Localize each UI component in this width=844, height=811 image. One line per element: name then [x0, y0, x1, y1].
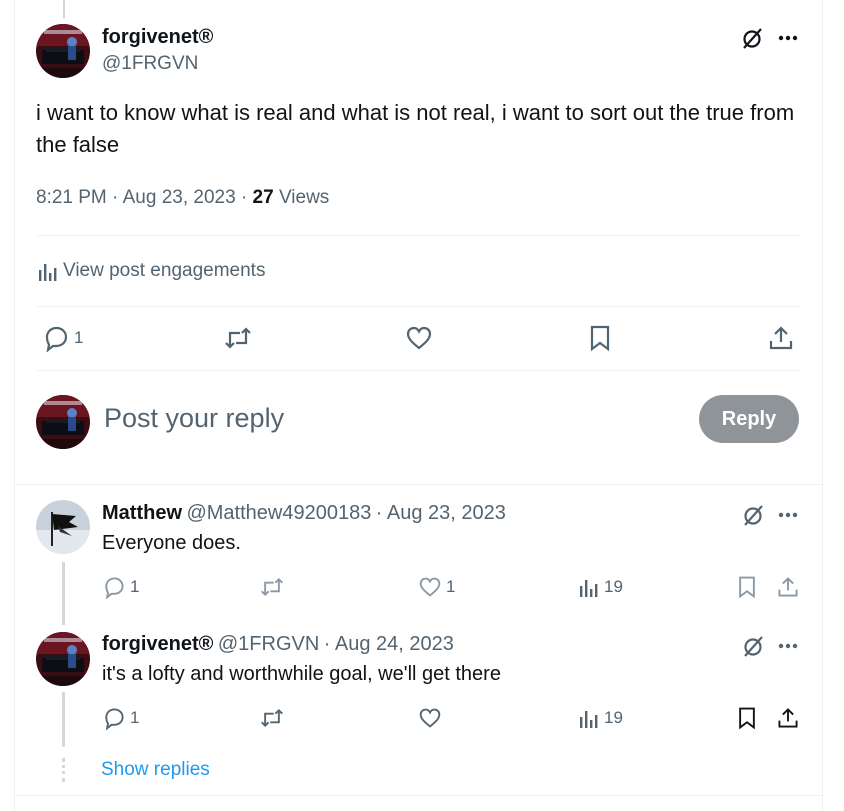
views-action[interactable]: 19: [578, 576, 623, 598]
grok-icon[interactable]: [740, 26, 764, 50]
analytics-icon: [37, 260, 59, 282]
repost-icon: [259, 706, 285, 730]
repost-icon: [259, 575, 285, 599]
repost-icon: [223, 324, 253, 352]
post-time[interactable]: 8:21 PM: [36, 187, 107, 208]
thread-line-top: [63, 0, 65, 18]
reply-header: Matthew @Matthew49200183 · Aug 23, 2023: [102, 502, 506, 525]
bookmark-icon: [736, 575, 758, 599]
analytics-icon: [578, 707, 600, 729]
bookmark-action[interactable]: [588, 324, 612, 352]
post-text: i want to know what is real and what is …: [36, 100, 795, 157]
thread-line: [62, 692, 65, 747]
reply-button[interactable]: Reply: [699, 395, 799, 443]
author-display-name[interactable]: forgivenet®: [102, 26, 213, 49]
bookmark-action[interactable]: [736, 706, 758, 730]
reply-avatar[interactable]: [36, 632, 90, 686]
reply-action[interactable]: 1: [102, 575, 139, 599]
reply-count: 1: [130, 577, 140, 596]
author-handle[interactable]: @1FRGVN: [102, 53, 198, 75]
thread-line: [62, 562, 65, 625]
reply-display-name[interactable]: forgivenet®: [102, 633, 213, 655]
more-options-icon[interactable]: [777, 28, 799, 48]
separator: ·: [240, 187, 248, 208]
reply-text: Everyone does.: [102, 532, 241, 554]
grok-icon[interactable]: [741, 503, 765, 527]
views-count: 19: [604, 708, 623, 727]
reply-icon: [102, 575, 126, 599]
reply-icon: [42, 324, 70, 352]
reply-header: forgivenet® @1FRGVN · Aug 24, 2023: [102, 633, 454, 656]
divider: [14, 795, 823, 796]
share-icon: [776, 706, 800, 730]
heart-icon: [418, 707, 442, 729]
reply-icon: [102, 706, 126, 730]
separator: ·: [323, 633, 331, 655]
reply-count: 1: [74, 328, 84, 347]
reply-date[interactable]: Aug 24, 2023: [335, 633, 454, 655]
share-action[interactable]: [776, 575, 800, 599]
repost-action[interactable]: [259, 706, 285, 730]
reply-action[interactable]: 1: [42, 324, 83, 352]
divider: [36, 235, 800, 236]
reply-display-name[interactable]: Matthew: [102, 502, 182, 524]
reply-handle[interactable]: @1FRGVN: [218, 633, 319, 655]
divider: [14, 484, 823, 485]
like-action[interactable]: [418, 707, 442, 729]
repost-action[interactable]: [259, 575, 285, 599]
thread-dotted-line: [62, 758, 65, 782]
bookmark-icon: [588, 324, 612, 352]
divider: [36, 306, 800, 307]
reply-avatar[interactable]: [36, 500, 90, 554]
reply-action[interactable]: 1: [102, 706, 139, 730]
reply-date[interactable]: Aug 23, 2023: [387, 502, 506, 524]
repost-action[interactable]: [223, 324, 253, 352]
view-engagements-link[interactable]: View post engagements: [37, 260, 265, 282]
composer-avatar[interactable]: [36, 395, 90, 449]
show-replies-link[interactable]: Show replies: [101, 759, 210, 781]
reply-text: it's a lofty and worthwhile goal, we'll …: [102, 663, 501, 685]
like-action[interactable]: 1: [418, 576, 455, 598]
share-action[interactable]: [767, 324, 795, 352]
view-engagements-label: View post engagements: [63, 260, 266, 281]
bookmark-action[interactable]: [736, 575, 758, 599]
reply-count: 1: [130, 708, 140, 727]
post-date[interactable]: Aug 23, 2023: [123, 187, 236, 208]
share-action[interactable]: [776, 706, 800, 730]
like-count: 1: [446, 577, 456, 596]
share-icon: [767, 324, 795, 352]
views-action[interactable]: 19: [578, 707, 623, 729]
views-count: 27: [252, 187, 274, 208]
views-count: 19: [604, 577, 623, 596]
grok-icon[interactable]: [741, 634, 765, 658]
more-options-icon[interactable]: [777, 505, 799, 525]
more-options-icon[interactable]: [777, 636, 799, 656]
divider: [36, 370, 800, 371]
share-icon: [776, 575, 800, 599]
heart-icon: [418, 576, 442, 598]
heart-icon: [405, 325, 433, 351]
analytics-icon: [578, 576, 600, 598]
bookmark-icon: [736, 706, 758, 730]
frame-left-border: [14, 0, 15, 811]
frame-right-border: [822, 0, 823, 811]
like-action[interactable]: [405, 325, 433, 351]
avatar[interactable]: [36, 24, 90, 78]
separator: ·: [375, 502, 383, 524]
reply-input[interactable]: Post your reply: [104, 403, 284, 434]
reply-handle[interactable]: @Matthew49200183: [186, 502, 371, 524]
separator: ·: [112, 187, 119, 208]
views-label: Views: [278, 187, 330, 208]
post-metadata: 8:21 PM · Aug 23, 2023 · 27 Views: [36, 187, 329, 209]
